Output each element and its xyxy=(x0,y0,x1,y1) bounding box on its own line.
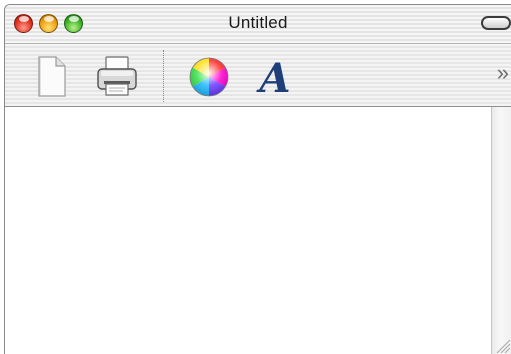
new-document-icon xyxy=(38,56,66,97)
toolbar: A » xyxy=(5,43,511,107)
colors-button[interactable] xyxy=(187,54,231,98)
svg-text:A: A xyxy=(255,55,290,98)
toolbar-separator xyxy=(163,50,164,102)
document-window: Untitled A » xyxy=(4,4,511,354)
resize-grip-icon[interactable] xyxy=(491,334,511,354)
font-icon: A xyxy=(255,55,290,98)
toolbar-overflow-button[interactable]: » xyxy=(497,62,509,84)
document-content xyxy=(5,107,511,354)
window-title: Untitled xyxy=(228,13,288,32)
title-bar[interactable]: Untitled xyxy=(5,5,511,43)
new-document-button[interactable] xyxy=(29,54,73,98)
printer-icon xyxy=(97,56,137,96)
color-wheel-icon xyxy=(189,57,229,97)
vertical-scrollbar[interactable] xyxy=(491,107,511,354)
fonts-button[interactable]: A xyxy=(253,54,297,98)
print-button[interactable] xyxy=(95,54,139,98)
text-editor-area[interactable] xyxy=(5,107,491,354)
toolbar-toggle-button[interactable] xyxy=(481,16,511,30)
